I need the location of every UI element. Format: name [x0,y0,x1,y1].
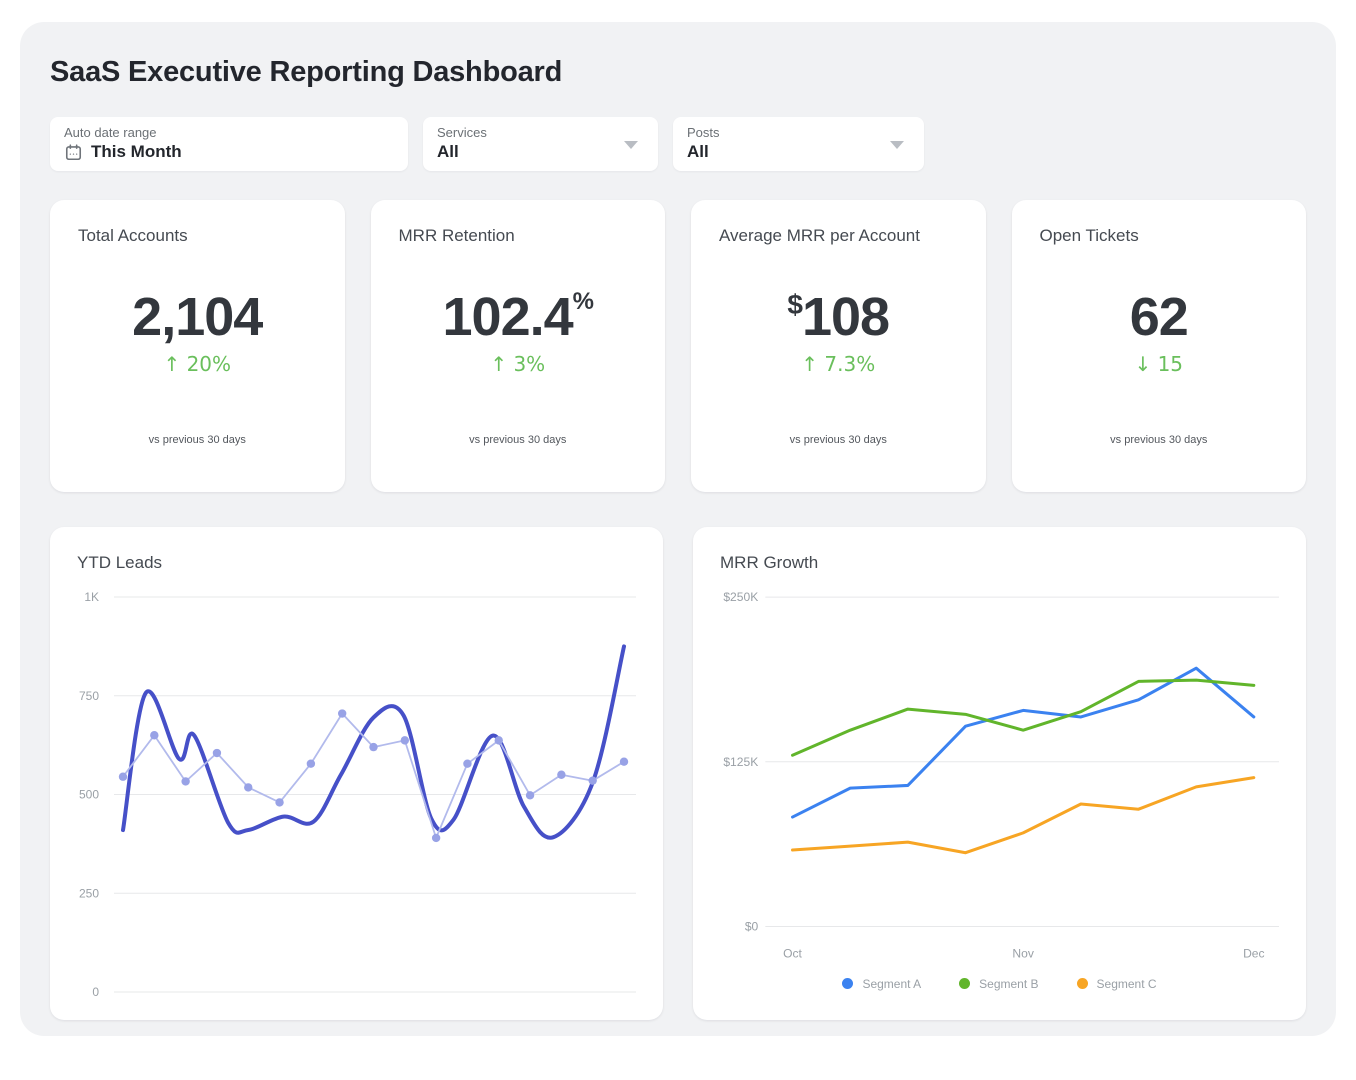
kpi-footnote: vs previous 30 days [371,434,666,446]
kpi-footnote: vs previous 30 days [50,434,345,446]
charts-row: YTD Leads 1K7505002500 MRR Growth $250K$… [50,527,1306,1020]
chart-title: MRR Growth [720,553,1279,573]
kpi-value-number: 2,104 [132,287,262,347]
kpi-title: MRR Retention [371,226,666,246]
services-value: All [437,142,459,162]
kpi-title: Open Tickets [1012,226,1307,246]
kpi-delta: ↑ 20% [50,352,345,376]
mrr-growth-chart: $250K $125K $0 Oct Nov Dec [720,583,1279,971]
kpi-delta-value: 3% [513,352,545,376]
legend-dot-icon [1077,978,1088,989]
chevron-down-icon [624,141,638,149]
kpi-value: 102.4% [371,290,666,344]
calendar-icon [64,143,83,162]
svg-text:1K: 1K [84,590,99,604]
legend-item-segment-a[interactable]: Segment A [842,977,921,991]
kpi-value: 2,104 [50,290,345,344]
kpi-delta: ↑ 3% [371,352,666,376]
filter-label: Auto date range [64,125,394,140]
kpi-footnote: vs previous 30 days [1012,434,1307,446]
legend-label: Segment C [1097,977,1157,991]
svg-text:$250K: $250K [723,590,758,604]
arrow-up-icon: ↑ [163,352,180,376]
kpi-value: 62 [1012,290,1307,344]
chevron-down-icon [890,141,904,149]
legend-label: Segment A [862,977,921,991]
mrr-legend: Segment A Segment B Segment C [720,977,1279,991]
svg-text:750: 750 [79,689,99,703]
date-range-value: This Month [91,142,182,162]
svg-text:$0: $0 [745,919,759,933]
kpi-row: Total Accounts 2,104 ↑ 20% vs previous 3… [50,200,1306,492]
ytd-leads-chart: 1K 750 500 250 0 [77,583,636,1003]
kpi-card-open-tickets: Open Tickets 62 ↓ 15 vs previous 30 days [1012,200,1307,492]
svg-text:Dec: Dec [1243,947,1264,961]
page-title: SaaS Executive Reporting Dashboard [50,56,1306,89]
kpi-value-number: 108 [802,287,889,347]
kpi-delta-value: 15 [1158,352,1183,376]
svg-text:Oct: Oct [783,947,802,961]
kpi-card-total-accounts: Total Accounts 2,104 ↑ 20% vs previous 3… [50,200,345,492]
kpi-footnote: vs previous 30 days [691,434,986,446]
svg-text:500: 500 [79,788,99,802]
arrow-down-icon: ↓ [1134,352,1151,376]
filter-label: Services [437,125,644,140]
legend-item-segment-b[interactable]: Segment B [959,977,1038,991]
kpi-value-suffix: % [573,288,593,315]
kpi-title: Average MRR per Account [691,226,986,246]
kpi-card-average-mrr: Average MRR per Account $108 ↑ 7.3% vs p… [691,200,986,492]
arrow-up-icon: ↑ [490,352,507,376]
legend-item-segment-c[interactable]: Segment C [1077,977,1157,991]
kpi-title: Total Accounts [50,226,345,246]
filter-bar: Auto date range This Month Services All [50,117,1306,171]
arrow-up-icon: ↑ [801,352,818,376]
kpi-delta-value: 20% [187,352,231,376]
posts-filter[interactable]: Posts All [673,117,924,171]
svg-text:$125K: $125K [723,755,758,769]
kpi-card-mrr-retention: MRR Retention 102.4% ↑ 3% vs previous 30… [371,200,666,492]
kpi-value-number: 62 [1130,287,1188,347]
kpi-value-number: 102.4 [443,287,573,347]
kpi-delta: ↓ 15 [1012,352,1307,376]
mrr-growth-card: MRR Growth $250K $125K $0 Oct Nov Dec Segment… [693,527,1306,1020]
kpi-value: $108 [691,290,986,344]
legend-dot-icon [842,978,853,989]
ytd-leads-card: YTD Leads 1K 750 500 250 0 [50,527,663,1020]
svg-text:250: 250 [79,886,99,900]
kpi-value-prefix: $ [787,289,802,320]
kpi-delta: ↑ 7.3% [691,352,986,376]
posts-value: All [687,142,709,162]
kpi-delta-value: 7.3% [824,352,875,376]
dashboard-panel: SaaS Executive Reporting Dashboard Auto … [20,22,1336,1036]
svg-text:0: 0 [92,985,99,999]
filter-label: Posts [687,125,910,140]
legend-dot-icon [959,978,970,989]
legend-label: Segment B [979,977,1038,991]
svg-text:Nov: Nov [1012,947,1033,961]
chart-title: YTD Leads [77,553,636,573]
date-range-filter[interactable]: Auto date range This Month [50,117,408,171]
services-filter[interactable]: Services All [423,117,658,171]
